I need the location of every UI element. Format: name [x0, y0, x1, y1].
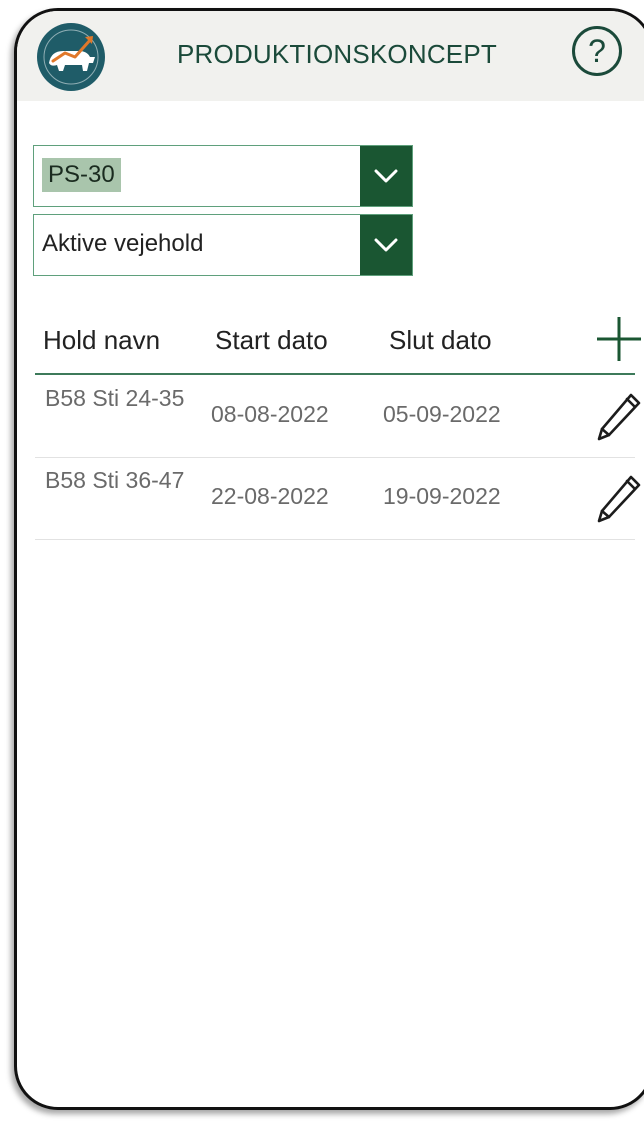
table-header: Hold navn Start dato Slut dato — [35, 307, 641, 375]
status-select-value: Aktive vejehold — [42, 230, 204, 257]
table-row[interactable]: B58 Sti 36-47 22-08-2022 19-09-2022 — [35, 457, 641, 540]
column-start-dato: Start dato — [215, 325, 328, 355]
table-row[interactable]: B58 Sti 24-35 08-08-2022 05-09-2022 — [35, 375, 641, 458]
phone-frame: PRODUKTIONSKONCEPT ? PS-30 Aktive vejeho… — [14, 8, 644, 1110]
column-hold-navn: Hold navn — [43, 325, 161, 355]
status-dropdown-button[interactable] — [360, 215, 412, 275]
question-icon: ? — [588, 33, 606, 69]
pencil-icon — [597, 393, 641, 441]
help-button[interactable]: ? — [572, 26, 622, 76]
concept-select[interactable]: PS-30 — [33, 145, 413, 207]
edit-button[interactable] — [595, 389, 644, 443]
edit-button[interactable] — [595, 471, 644, 525]
app-header: PRODUKTIONSKONCEPT ? — [17, 11, 644, 101]
pig-logo-icon — [37, 23, 105, 91]
end-date: 05-09-2022 — [383, 401, 501, 427]
concept-select-value: PS-30 — [42, 158, 121, 192]
chevron-down-icon — [374, 169, 398, 183]
end-date: 19-09-2022 — [383, 483, 501, 509]
status-select[interactable]: Aktive vejehold — [33, 214, 413, 276]
pencil-icon — [597, 475, 641, 523]
start-date: 08-08-2022 — [211, 401, 329, 427]
plus-icon — [597, 317, 641, 361]
page-title: PRODUKTIONSKONCEPT — [177, 39, 497, 69]
hold-name: B58 Sti 36-47 — [45, 467, 185, 493]
hold-name: B58 Sti 24-35 — [45, 385, 185, 411]
concept-dropdown-button[interactable] — [360, 146, 412, 206]
chevron-down-icon — [374, 238, 398, 252]
start-date: 22-08-2022 — [211, 483, 329, 509]
add-hold-button[interactable] — [593, 313, 644, 365]
column-slut-dato: Slut dato — [389, 325, 492, 355]
